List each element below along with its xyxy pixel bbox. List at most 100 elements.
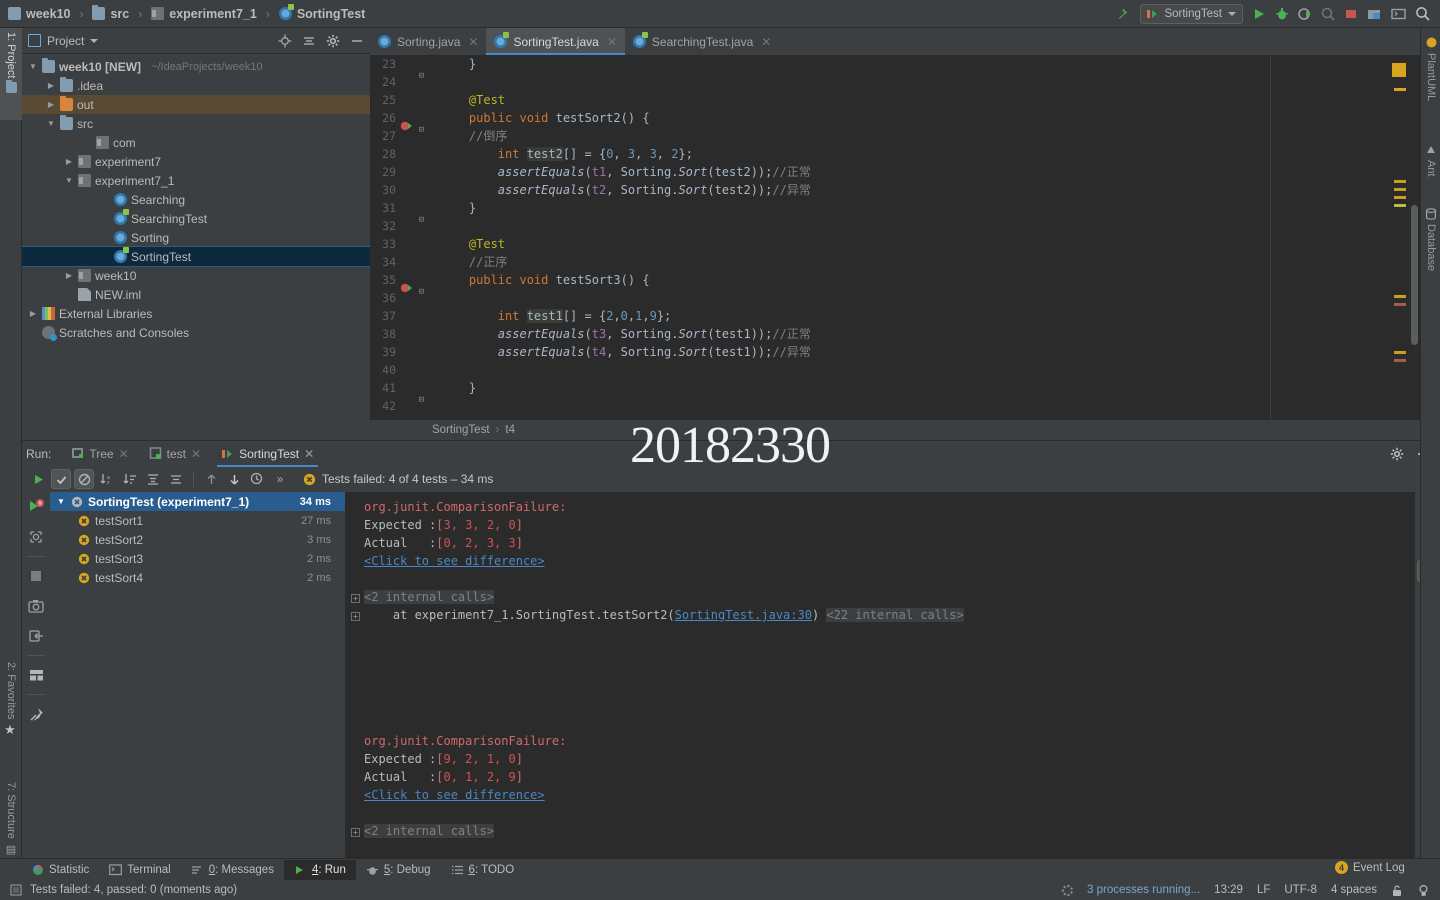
tree-node[interactable]: SortingTest bbox=[22, 246, 370, 267]
tree-node[interactable]: SearchingTest bbox=[22, 209, 370, 228]
error-stripe-marks[interactable] bbox=[1392, 55, 1406, 438]
bottom-tab-statistic[interactable]: Statistic bbox=[22, 860, 99, 880]
rerun-icon[interactable]: 9 bbox=[25, 496, 47, 518]
stop-icon[interactable] bbox=[25, 565, 47, 587]
export-icon[interactable] bbox=[25, 625, 47, 647]
close-icon[interactable]: ✕ bbox=[468, 35, 478, 49]
chevron-right-icon[interactable]: ▶ bbox=[46, 100, 56, 109]
project-tree[interactable]: ▼ week10 [NEW] ~/IdeaProjects/week10 ▶ .idea… bbox=[22, 55, 370, 438]
run-tab-tree[interactable]: Tree ✕ bbox=[63, 441, 136, 467]
code-line[interactable]: 24 bbox=[370, 73, 1270, 91]
locate-icon[interactable] bbox=[278, 34, 292, 48]
stop-icon[interactable] bbox=[1344, 7, 1358, 21]
hammer-icon[interactable] bbox=[1116, 6, 1131, 21]
code-line[interactable]: 33 @Test bbox=[370, 235, 1270, 253]
tree-node[interactable]: NEW.iml bbox=[22, 285, 370, 304]
status-widget-icon[interactable] bbox=[10, 884, 22, 896]
hide-icon[interactable] bbox=[350, 34, 364, 48]
sidebar-item-project[interactable]: 1: Project bbox=[0, 28, 22, 120]
indent-widget[interactable]: 4 spaces bbox=[1331, 884, 1377, 896]
chevron-down-icon[interactable]: ▼ bbox=[46, 119, 56, 128]
fold-marker-icon[interactable]: ⊟ bbox=[419, 67, 424, 85]
stripe-mark[interactable] bbox=[1394, 88, 1406, 91]
rerun-tests-icon[interactable] bbox=[28, 469, 48, 489]
close-icon[interactable]: ✕ bbox=[191, 447, 201, 461]
gear-icon[interactable] bbox=[326, 34, 340, 48]
run-with-coverage-icon[interactable] bbox=[1298, 7, 1312, 21]
chevron-right-icon[interactable]: ▶ bbox=[64, 271, 74, 280]
run-tab-sortingtest[interactable]: SortingTest ✕ bbox=[213, 441, 322, 467]
tree-node[interactable]: Sorting bbox=[22, 228, 370, 247]
code-editor[interactable]: 23 ⊟ } 24 25 @Test 26 ⊟ public void testSort2… bbox=[370, 55, 1270, 438]
bottom-tool-tabs[interactable]: Statistic Terminal 0: Messages 4: Run 5: Deb… bbox=[0, 858, 1440, 880]
editor-breadcrumb-member[interactable]: t4 bbox=[505, 424, 515, 436]
open-folder-icon[interactable] bbox=[1367, 7, 1382, 21]
profiler-icon[interactable] bbox=[1321, 7, 1335, 21]
editor-tab[interactable]: SortingTest.java ✕ bbox=[486, 28, 626, 55]
breadcrumb-item-project[interactable]: week10 bbox=[26, 7, 70, 21]
expand-frames-icon[interactable]: + bbox=[351, 612, 360, 621]
sort-duration-icon[interactable] bbox=[120, 469, 140, 489]
code-line[interactable]: 39 assertEquals(t4, Sorting.Sort(test1))… bbox=[370, 343, 1270, 361]
stripe-mark[interactable] bbox=[1394, 351, 1406, 354]
more-icon[interactable]: » bbox=[270, 469, 290, 489]
editor-breadcrumb-class[interactable]: SortingTest bbox=[432, 424, 490, 436]
chevron-down-icon[interactable]: ▼ bbox=[28, 62, 38, 71]
prev-failed-icon[interactable] bbox=[201, 469, 221, 489]
tree-node[interactable]: ▶ External Libraries bbox=[22, 304, 370, 323]
editor-tabs[interactable]: Sorting.java ✕ SortingTest.java ✕ SearchingT… bbox=[370, 28, 1420, 55]
tree-node[interactable]: ▼ week10 [NEW] ~/IdeaProjects/week10 bbox=[22, 57, 370, 76]
test-tree-row[interactable]: testSort1 27 ms bbox=[50, 511, 345, 530]
search-everywhere-icon[interactable] bbox=[1415, 6, 1430, 21]
test-tree-row[interactable]: ▼ SortingTest (experiment7_1) 34 ms bbox=[50, 492, 345, 511]
stripe-mark[interactable] bbox=[1394, 295, 1406, 298]
code-line[interactable]: 40 bbox=[370, 361, 1270, 379]
gear-icon[interactable] bbox=[1390, 447, 1404, 461]
stripe-mark[interactable] bbox=[1394, 180, 1406, 183]
chevron-down-icon[interactable]: ▼ bbox=[56, 497, 66, 506]
tree-node[interactable]: Scratches and Consoles bbox=[22, 323, 370, 342]
code-line[interactable]: 34 //正序 bbox=[370, 253, 1270, 271]
run-tab-test[interactable]: test ✕ bbox=[141, 441, 209, 467]
bottom-tab-todo[interactable]: 6: TODO bbox=[441, 860, 525, 880]
code-line[interactable]: 29 assertEquals(t1, Sorting.Sort(test2))… bbox=[370, 163, 1270, 181]
bottom-tab-messages[interactable]: 0: Messages bbox=[181, 860, 284, 880]
code-line[interactable]: 28 int test2[] = {0, 3, 3, 2}; bbox=[370, 145, 1270, 163]
console-link[interactable]: SortingTest.java:30 bbox=[675, 608, 812, 622]
chevron-down-icon[interactable] bbox=[90, 38, 99, 43]
lock-icon[interactable] bbox=[1391, 884, 1403, 897]
close-icon[interactable]: ✕ bbox=[607, 35, 617, 49]
encoding-widget[interactable]: UTF-8 bbox=[1284, 884, 1317, 896]
terminal-icon[interactable] bbox=[1391, 7, 1406, 21]
test-tree-row[interactable]: testSort3 2 ms bbox=[50, 549, 345, 568]
code-line[interactable]: 31 ⊟ } bbox=[370, 199, 1270, 225]
code-line[interactable]: 42 bbox=[370, 397, 1270, 415]
run-configuration-selector[interactable]: SortingTest bbox=[1140, 3, 1243, 24]
screenshot-icon[interactable] bbox=[25, 595, 47, 617]
code-line[interactable]: 26 ⊟ public void testSort2() { bbox=[370, 109, 1270, 135]
event-log-button[interactable]: 4 Event Log bbox=[1335, 861, 1405, 874]
debug-icon[interactable] bbox=[1275, 7, 1289, 21]
show-passed-icon[interactable] bbox=[51, 469, 71, 489]
tree-node[interactable]: ▶ week10 bbox=[22, 266, 370, 285]
sidebar-item-ant[interactable]: Ant bbox=[1421, 140, 1440, 196]
code-line[interactable]: 27 //倒序 bbox=[370, 127, 1270, 145]
test-results-tree[interactable]: ▼ SortingTest (experiment7_1) 34 ms testSor… bbox=[50, 492, 345, 866]
chevron-down-icon[interactable]: ▼ bbox=[64, 176, 74, 185]
editor-scrollbar-thumb[interactable] bbox=[1411, 205, 1418, 345]
tree-node[interactable]: ▶ .idea bbox=[22, 76, 370, 95]
tree-node[interactable]: ▶ experiment7 bbox=[22, 152, 370, 171]
next-failed-icon[interactable] bbox=[224, 469, 244, 489]
fold-marker-icon[interactable]: ⊟ bbox=[419, 391, 424, 409]
stripe-mark[interactable] bbox=[1394, 196, 1406, 199]
sidebar-item-database[interactable]: Database bbox=[1421, 204, 1440, 294]
code-line[interactable]: 37 int test1[] = {2,0,1,9}; bbox=[370, 307, 1270, 325]
tree-node[interactable]: ▼ src bbox=[22, 114, 370, 133]
console-link[interactable]: <Click to see difference> bbox=[364, 554, 545, 568]
code-line[interactable]: 36 bbox=[370, 289, 1270, 307]
bottom-tab-debug[interactable]: 5: Debug bbox=[356, 860, 441, 880]
breadcrumb-item-src[interactable]: src bbox=[110, 7, 129, 21]
line-separator-widget[interactable]: LF bbox=[1257, 884, 1270, 896]
breadcrumb-item-file[interactable]: SortingTest bbox=[297, 7, 366, 21]
chevron-right-icon[interactable]: ▶ bbox=[28, 309, 38, 318]
